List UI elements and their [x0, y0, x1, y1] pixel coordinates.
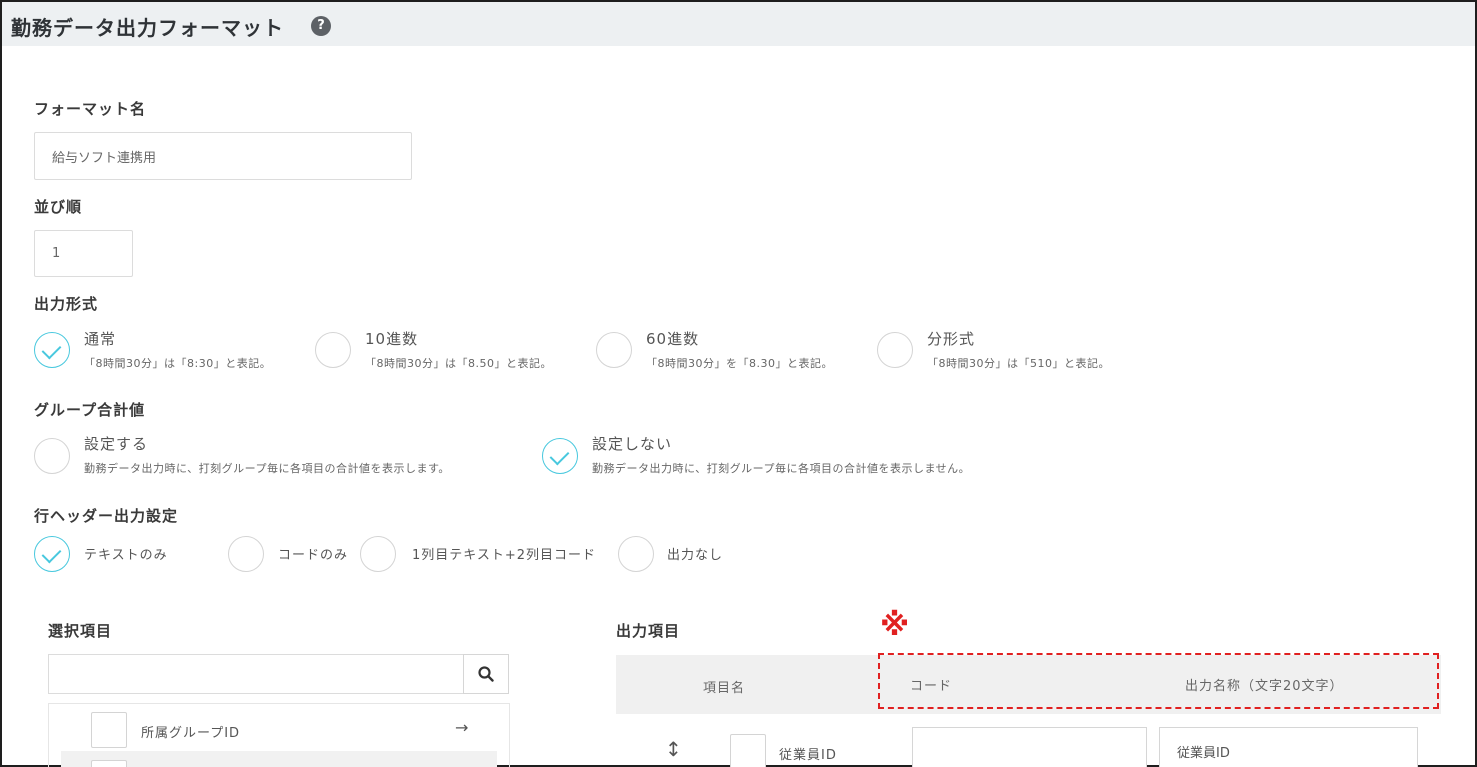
sort-order-input[interactable]: 1 — [34, 230, 133, 277]
row-header-label: 行ヘッダー出力設定 — [34, 507, 179, 525]
page-title: 勤務データ出力フォーマット — [11, 16, 284, 40]
radio-row-header-text-code[interactable] — [360, 536, 396, 572]
search-icon — [478, 666, 494, 682]
radio-output-format-minutes[interactable] — [877, 332, 913, 368]
radio-group-total-on[interactable] — [34, 438, 70, 474]
note-mark: ※ — [880, 608, 910, 643]
output-format-minutes-desc: 「8時間30分」は「510」と表記。 — [927, 357, 1110, 370]
group-total-off-title: 設定しない — [592, 435, 673, 453]
output-format-decimal10-desc: 「8時間30分」は「8.50」と表記。 — [365, 357, 552, 370]
selection-label: 選択項目 — [48, 622, 113, 640]
help-icon[interactable]: ? — [311, 16, 331, 36]
format-name-value: 給与ソフト連携用 — [52, 150, 157, 166]
radio-group-total-off[interactable] — [542, 438, 578, 474]
row-header-text-code-label: 1列目テキスト+2列目コード — [412, 548, 597, 563]
group-total-label: グループ合計値 — [34, 401, 146, 419]
selection-item-checkbox-2[interactable] — [91, 760, 127, 767]
output-format-decimal10-title: 10進数 — [365, 330, 419, 348]
group-total-on-desc: 勤務データ出力時に、打刻グループ毎に各項目の合計値を表示します。 — [84, 462, 450, 475]
radio-row-header-none[interactable] — [618, 536, 654, 572]
output-format-sexagesimal-desc: 「8時間30分」を「8.30」と表記。 — [646, 357, 833, 370]
output-format-sexagesimal-title: 60進数 — [646, 330, 700, 348]
sort-order-value: 1 — [52, 246, 61, 261]
selection-search-input[interactable] — [48, 654, 464, 694]
format-name-label: フォーマット名 — [34, 100, 147, 118]
output-item-output-name-input[interactable]: 従業員ID — [1159, 727, 1418, 767]
group-total-off-desc: 勤務データ出力時に、打刻グループ毎に各項目の合計値を表示しません。 — [592, 462, 971, 475]
radio-output-format-normal[interactable] — [34, 332, 70, 368]
format-name-input[interactable]: 給与ソフト連携用 — [34, 132, 412, 180]
output-item-code-input[interactable] — [912, 727, 1147, 767]
row-header-text-label: テキストのみ — [84, 548, 168, 563]
row-header-code-label: コードのみ — [278, 548, 349, 563]
output-item-name: 従業員ID — [779, 748, 837, 763]
selection-item-checkbox[interactable] — [91, 712, 127, 748]
drag-handle-icon[interactable]: ↕ — [665, 737, 683, 761]
selection-item-label: 所属グループID — [141, 726, 241, 741]
output-item-checkbox[interactable] — [730, 734, 766, 767]
window-frame — [0, 0, 1477, 767]
radio-output-format-sexagesimal[interactable] — [596, 332, 632, 368]
output-format-minutes-title: 分形式 — [927, 330, 976, 348]
column-header-name: 項目名 — [703, 681, 746, 696]
row-header-none-label: 出力なし — [667, 548, 724, 563]
sort-order-label: 並び順 — [34, 198, 83, 216]
output-format-normal-title: 通常 — [84, 330, 117, 348]
output-item-output-name-value: 従業員ID — [1177, 746, 1230, 761]
highlight-box — [878, 653, 1439, 709]
output-items-label: 出力項目 — [616, 622, 681, 640]
group-total-on-title: 設定する — [84, 435, 149, 453]
arrow-right-icon[interactable]: → — [455, 718, 469, 737]
search-button[interactable] — [463, 654, 509, 694]
radio-row-header-code[interactable] — [228, 536, 264, 572]
radio-output-format-decimal10[interactable] — [315, 332, 351, 368]
output-format-normal-desc: 「8時間30分」は「8:30」と表記。 — [84, 357, 272, 370]
page-header: 勤務データ出力フォーマット ? — [2, 2, 1475, 46]
output-format-label: 出力形式 — [34, 295, 99, 313]
radio-row-header-text[interactable] — [34, 536, 70, 572]
